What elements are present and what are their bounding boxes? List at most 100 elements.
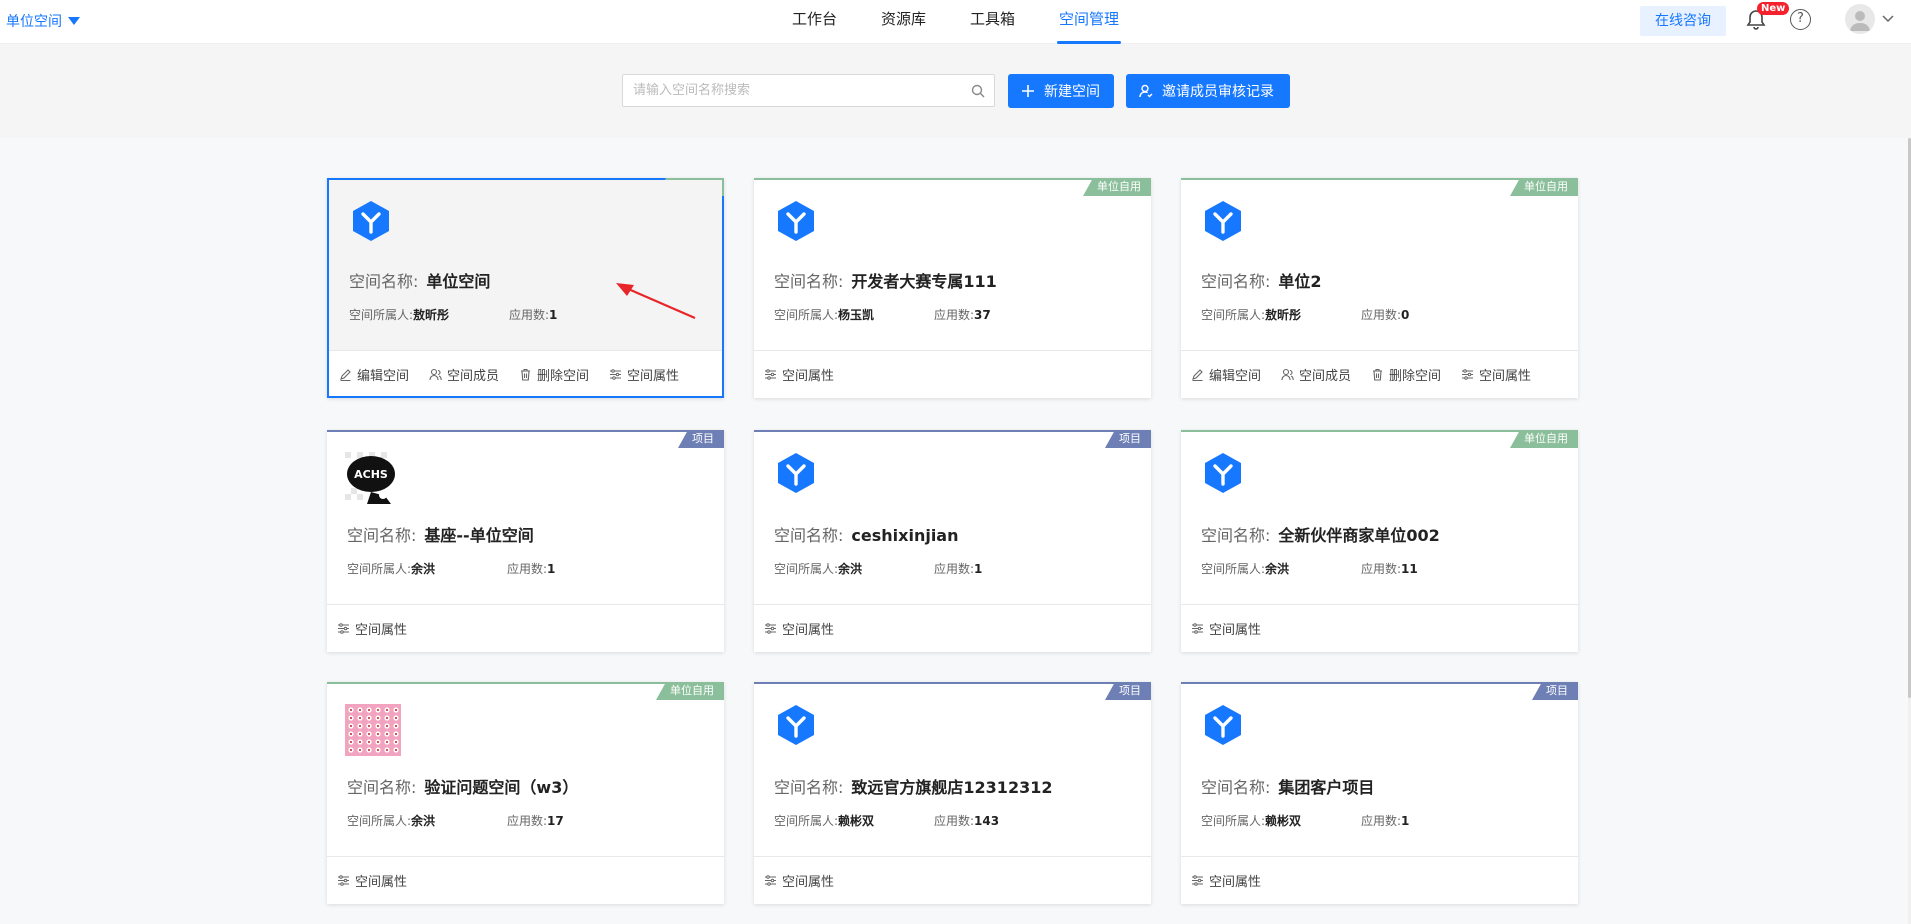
chevron-down-icon[interactable] (1882, 12, 1894, 24)
apps-label: 应用数: (1361, 308, 1402, 322)
space-properties-label: 空间属性 (355, 875, 408, 890)
space-name-row: 空间名称: 集团客户项目 (1201, 774, 1374, 798)
space-name: 单位空间 (426, 272, 491, 291)
search-input[interactable] (623, 75, 953, 106)
space-members-button[interactable]: 空间成员 (1281, 365, 1351, 384)
space-members-label: 空间成员 (447, 369, 500, 384)
delete-space-button[interactable]: 删除空间 (519, 365, 589, 384)
space-name-label: 空间名称: (774, 526, 844, 545)
space-properties-button[interactable]: 空间属性 (764, 619, 834, 638)
space-card-7[interactable]: 单位自用 空间名称: 验证问题空间（w3） 空间所属人:余洪 应用数:17 空间属… (327, 682, 724, 904)
space-properties-button[interactable]: 空间属性 (609, 365, 679, 384)
apps-value: 1 (549, 308, 558, 322)
edit-space-button[interactable]: 编辑空间 (339, 365, 409, 384)
space-properties-label: 空间属性 (782, 369, 835, 384)
delete-space-button[interactable]: 删除空间 (1371, 365, 1441, 384)
owner-value: 敖昕彤 (413, 308, 450, 322)
space-members-button[interactable]: 空间成员 (429, 365, 499, 384)
space-name-row: 空间名称: ceshixinjian (774, 522, 959, 546)
owner-label: 空间所属人: (774, 814, 839, 828)
help-icon[interactable]: ? (1790, 9, 1811, 30)
sliders-icon (338, 623, 349, 634)
sliders-icon (338, 875, 349, 886)
avatar[interactable] (1845, 4, 1875, 34)
owner-label: 空间所属人: (347, 562, 412, 576)
apps-label: 应用数: (507, 562, 548, 576)
space-properties-label: 空间属性 (627, 369, 680, 384)
space-logo: ACHS (345, 452, 399, 506)
hexagon-y-icon (1205, 705, 1241, 745)
space-properties-button[interactable]: 空间属性 (764, 365, 834, 384)
space-name: 基座--单位空间 (424, 526, 534, 545)
space-card-2[interactable]: 单位自用 空间名称: 开发者大赛专属111 空间所属人:杨玉凯 应用数:37 空间… (754, 178, 1151, 398)
space-card-8[interactable]: 项目 空间名称: 致远官方旗舰店12312312 空间所属人:赖彬双 应用数:14… (754, 682, 1151, 904)
space-name-label: 空间名称: (1201, 778, 1271, 797)
apps-count: 应用数:1 (934, 560, 982, 577)
caret-down-icon (68, 17, 80, 25)
nav-space-management[interactable]: 空间管理 (1057, 0, 1122, 44)
space-switcher-label: 单位空间 (6, 14, 62, 30)
space-members-label: 空间成员 (1299, 369, 1352, 384)
space-card-actions: 空间属性 (1181, 604, 1578, 652)
space-card-9[interactable]: 项目 空间名称: 集团客户项目 空间所属人:赖彬双 应用数:1 空间属性 (1181, 682, 1578, 904)
space-name: 全新伙伴商家单位002 (1278, 526, 1440, 545)
space-card-4[interactable]: 项目 ACHS 空间名称: 基座--单位空间 空间所属人:余洪 应用数:1 空间属… (327, 430, 724, 652)
nav-toolbox[interactable]: 工具箱 (968, 0, 1017, 44)
owner-value: 余洪 (411, 562, 436, 576)
space-properties-button[interactable]: 空间属性 (764, 871, 834, 890)
nav-resource-library[interactable]: 资源库 (879, 0, 928, 44)
members-icon (429, 368, 442, 381)
delete-space-label: 删除空间 (1389, 369, 1442, 384)
space-meta: 空间所属人:敖昕彤 应用数:0 (1201, 306, 1409, 323)
edit-space-button[interactable]: 编辑空间 (1191, 365, 1261, 384)
space-properties-label: 空间属性 (782, 623, 835, 638)
apps-value: 17 (547, 814, 564, 828)
space-card-5[interactable]: 项目 空间名称: ceshixinjian 空间所属人:余洪 应用数:1 空间属性 (754, 430, 1151, 652)
space-properties-button[interactable]: 空间属性 (1191, 871, 1261, 890)
space-properties-button[interactable]: 空间属性 (1461, 365, 1531, 384)
space-meta: 空间所属人:赖彬双 应用数:143 (774, 812, 999, 829)
sliders-icon (765, 369, 776, 380)
space-card-body: 空间名称: 单位空间 空间所属人:敖昕彤 应用数:1 (329, 180, 722, 350)
space-card-body: 空间名称: 全新伙伴商家单位002 空间所属人:余洪 应用数:11 (1181, 432, 1578, 604)
space-logo (345, 704, 401, 756)
space-logo (1203, 452, 1243, 494)
space-meta: 空间所属人:余洪 应用数:17 (347, 812, 564, 829)
space-card-actions: 空间属性 (327, 604, 724, 652)
space-name-label: 空间名称: (347, 778, 417, 797)
owner-label: 空间所属人: (349, 308, 414, 322)
space-name: 集团客户项目 (1278, 778, 1375, 797)
owner-value: 敖昕彤 (1265, 308, 1302, 322)
hexagon-y-icon (1205, 201, 1241, 241)
online-consult-button[interactable]: 在线咨询 (1640, 6, 1726, 36)
nav-workbench[interactable]: 工作台 (790, 0, 839, 44)
space-meta: 空间所属人:余洪 应用数:1 (347, 560, 555, 577)
new-space-button[interactable]: 新建空间 (1008, 74, 1114, 108)
search-icon[interactable] (971, 84, 985, 98)
space-switcher[interactable]: 单位空间 (6, 11, 80, 31)
space-logo (1203, 704, 1243, 746)
apps-value: 37 (974, 308, 991, 322)
apps-label: 应用数: (1361, 814, 1402, 828)
delete-space-label: 删除空间 (537, 369, 590, 384)
apps-value: 1 (974, 562, 983, 576)
space-name-row: 空间名称: 致远官方旗舰店12312312 (774, 774, 1052, 798)
space-card-3[interactable]: 单位自用 空间名称: 单位2 空间所属人:敖昕彤 应用数:0 编辑空间 空间成员 删除… (1181, 178, 1578, 398)
space-properties-button[interactable]: 空间属性 (1191, 619, 1261, 638)
sliders-icon (610, 369, 622, 380)
space-properties-button[interactable]: 空间属性 (337, 619, 407, 638)
owner-label: 空间所属人: (1201, 814, 1266, 828)
apps-value: 143 (974, 814, 1000, 828)
owner-value: 杨玉凯 (838, 308, 875, 322)
space-name-label: 空间名称: (1201, 272, 1271, 291)
space-name: 单位2 (1278, 272, 1322, 291)
space-logo (776, 452, 816, 494)
space-card-6[interactable]: 单位自用 空间名称: 全新伙伴商家单位002 空间所属人:余洪 应用数:11 空间… (1181, 430, 1578, 652)
apps-value: 1 (1401, 814, 1410, 828)
hexagon-y-icon (353, 201, 389, 241)
space-properties-button[interactable]: 空间属性 (337, 871, 407, 890)
space-name-row: 空间名称: 单位2 (1201, 268, 1322, 292)
hexagon-y-icon (778, 453, 814, 493)
trash-icon (521, 368, 531, 381)
invite-records-button[interactable]: 邀请成员审核记录 (1126, 74, 1290, 108)
